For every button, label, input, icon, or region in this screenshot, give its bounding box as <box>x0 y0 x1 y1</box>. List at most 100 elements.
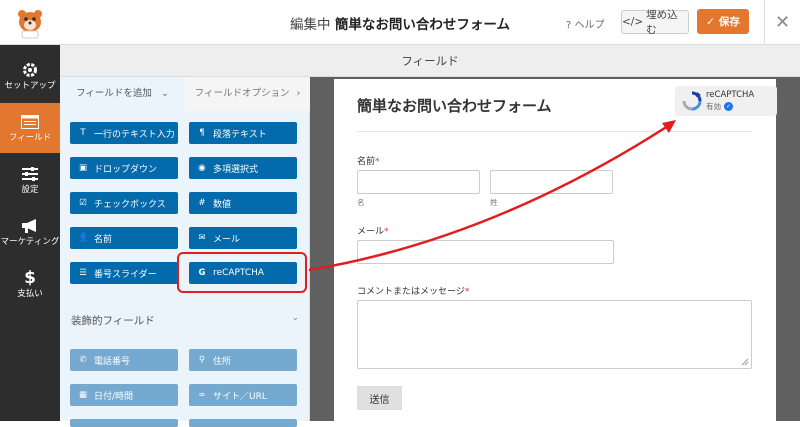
help-circle-icon: ? <box>566 20 572 31</box>
add-fields-panel: フィールドを追加 ⌄ フィールドオプション › T 一行のテキスト入力 ¶ 段落… <box>60 77 310 427</box>
field-button-paragraph-text[interactable]: ¶ 段落テキスト <box>189 122 297 144</box>
fields-header-title: フィールド <box>401 54 459 68</box>
recaptcha-highlight-frame <box>177 252 307 293</box>
recaptcha-badge[interactable]: reCAPTCHA 有効 ✓ <box>675 86 777 116</box>
paragraph-icon: ¶ <box>199 128 205 138</box>
dropdown-icon: ▣ <box>78 163 88 173</box>
check-circle-icon: ✓ <box>724 102 733 111</box>
name-field-label: 名前* <box>357 154 380 167</box>
close-icon[interactable]: ✕ <box>764 0 800 45</box>
form-divider <box>357 131 752 132</box>
field-button-multiple-choice[interactable]: ◉ 多項選択式 <box>189 157 297 179</box>
required-mark: * <box>464 287 470 297</box>
link-icon: ∞ <box>198 390 206 400</box>
tab-field-options[interactable]: フィールドオプション › <box>185 77 310 111</box>
calendar-icon: ▦ <box>78 390 88 400</box>
dollar-icon: $ <box>24 268 36 288</box>
recaptcha-status-label: 有効 <box>706 102 721 111</box>
save-label: 保存 <box>718 16 740 28</box>
field-button-label: 一行のテキスト入力 <box>94 129 175 140</box>
field-button-partial[interactable] <box>189 419 297 427</box>
field-button-numbers[interactable]: # 数値 <box>189 192 297 214</box>
required-mark: * <box>384 227 389 237</box>
panel-tabs: フィールドを追加 ⌄ フィールドオプション › <box>60 77 310 111</box>
message-textarea[interactable] <box>357 300 752 369</box>
builder-sidebar: セットアップ フィールド 設定 マーケティング $ 支払い <box>0 45 60 421</box>
wpforms-logo <box>0 0 59 45</box>
last-name-input[interactable] <box>490 170 613 194</box>
sidebar-item-label: フィールド <box>8 133 52 143</box>
field-button-label: 数値 <box>213 199 232 210</box>
sidebar-item-payments[interactable]: $ 支払い <box>0 259 60 309</box>
check-icon: ✓ <box>706 15 715 28</box>
slider-icon: ☰ <box>79 268 87 278</box>
tab-field-options-label: フィールドオプション <box>194 88 290 99</box>
form-title[interactable]: 簡単なお問い合わせフォーム <box>357 95 552 116</box>
fields-list-icon <box>21 113 39 131</box>
sidebar-item-label: セットアップ <box>4 81 56 91</box>
fields-header: フィールド <box>60 45 800 77</box>
field-button-name[interactable]: 👤 名前 <box>70 227 178 249</box>
sliders-icon <box>22 165 38 183</box>
envelope-icon: ✉ <box>198 233 206 243</box>
tab-add-fields[interactable]: フィールドを追加 ⌄ <box>60 77 185 111</box>
submit-label: 送信 <box>369 394 390 406</box>
code-icon: </> <box>622 16 644 28</box>
embed-button[interactable]: </> 埋め込む <box>621 9 689 36</box>
field-button-address[interactable]: ⚲ 住所 <box>189 349 297 371</box>
required-mark: * <box>375 157 380 167</box>
field-button-single-line-text[interactable]: T 一行のテキスト入力 <box>70 122 178 144</box>
top-bar: 編集中 簡単なお問い合わせフォーム ? ヘルプ </> 埋め込む ✓ 保存 ✕ <box>0 0 800 45</box>
last-name-sublabel: 姓 <box>490 198 498 207</box>
field-button-label: ドロップダウン <box>94 164 158 175</box>
field-button-partial[interactable] <box>70 419 178 427</box>
recaptcha-title: reCAPTCHA <box>706 90 755 100</box>
tab-add-fields-label: フィールドを追加 <box>76 88 152 99</box>
help-link[interactable]: ? ヘルプ <box>566 16 605 31</box>
sidebar-item-setup[interactable]: セットアップ <box>0 51 60 101</box>
email-input[interactable] <box>357 240 614 264</box>
submit-button[interactable]: 送信 <box>357 386 402 410</box>
message-field-label: コメントまたはメッセージ* <box>357 284 469 297</box>
resize-handle-icon[interactable] <box>741 358 749 366</box>
field-button-dropdown[interactable]: ▣ ドロップダウン <box>70 157 178 179</box>
field-button-number-slider[interactable]: ☰ 番号スライダー <box>70 262 178 284</box>
field-button-label: メール <box>213 234 241 245</box>
field-button-label: 段落テキスト <box>213 129 267 140</box>
fancy-fields-header[interactable]: 装飾的フィールド ⌄ <box>71 313 299 328</box>
title-prefix: 編集中 <box>290 17 331 33</box>
field-button-label: 住所 <box>213 356 232 367</box>
sidebar-item-settings[interactable]: 設定 <box>0 155 60 205</box>
email-label-text: メール <box>357 227 385 237</box>
save-button[interactable]: ✓ 保存 <box>697 9 749 34</box>
first-name-sublabel: 名 <box>357 198 365 207</box>
gear-icon <box>22 61 38 79</box>
fancy-fields-label: 装飾的フィールド <box>71 315 155 327</box>
sidebar-item-label: 設定 <box>21 185 39 195</box>
field-button-email[interactable]: ✉ メール <box>189 227 297 249</box>
embed-label: 埋め込む <box>646 9 678 36</box>
chevron-down-icon: ⌄ <box>160 88 169 99</box>
field-button-label: 番号スライダー <box>94 269 157 280</box>
field-button-website-url[interactable]: ∞ サイト／URL <box>189 384 297 406</box>
megaphone-icon <box>21 217 39 235</box>
help-label: ヘルプ <box>574 20 605 31</box>
first-name-input[interactable] <box>357 170 480 194</box>
name-label-text: 名前 <box>357 157 376 167</box>
sidebar-item-marketing[interactable]: マーケティング <box>0 207 60 257</box>
field-button-checkboxes[interactable]: ☑ チェックボックス <box>70 192 178 214</box>
field-button-label: 日付/時間 <box>94 391 134 402</box>
field-button-phone[interactable]: ✆ 電話番号 <box>70 349 178 371</box>
field-button-label: 多項選択式 <box>213 164 259 175</box>
radio-icon: ◉ <box>198 163 206 173</box>
bear-logo-icon <box>17 9 42 38</box>
sidebar-item-fields[interactable]: フィールド <box>0 103 60 153</box>
sidebar-item-label: マーケティング <box>0 237 60 247</box>
recaptcha-status: 有効 ✓ <box>706 101 733 112</box>
map-pin-icon: ⚲ <box>198 355 206 365</box>
chevron-down-icon: ⌄ <box>291 313 299 323</box>
text-icon: T <box>80 128 86 138</box>
message-label-text: コメントまたはメッセージ <box>357 287 465 297</box>
field-button-date-time[interactable]: ▦ 日付/時間 <box>70 384 178 406</box>
sidebar-item-label: 支払い <box>17 289 43 299</box>
